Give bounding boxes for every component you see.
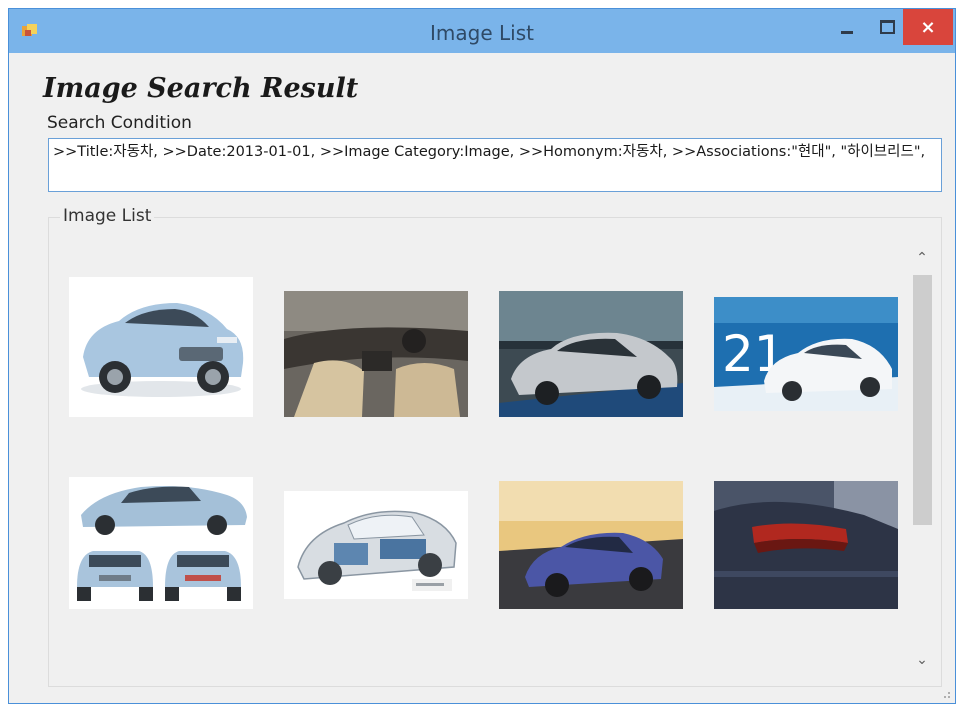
title-bar[interactable]: Image List × [9, 9, 955, 53]
maximize-button[interactable] [867, 9, 907, 45]
image-list-label: Image List [60, 206, 155, 226]
thumb-5[interactable] [69, 477, 253, 609]
search-condition-field[interactable]: >>Title:자동차, >>Date:2013-01-01, >>Image … [48, 138, 942, 192]
window-title: Image List [430, 21, 534, 45]
search-condition-label: Search Condition [47, 113, 192, 133]
thumb-2[interactable] [284, 291, 468, 417]
vertical-scrollbar[interactable]: ⌃ ⌄ [907, 245, 937, 673]
close-button[interactable]: × [903, 9, 953, 45]
thumb-8[interactable] [714, 481, 898, 609]
page-title: Image Search Result [43, 73, 359, 104]
image-grid: 21 [69, 277, 909, 617]
resize-grip-icon[interactable] [941, 689, 951, 699]
thumb-7[interactable] [499, 481, 683, 609]
thumb-1[interactable] [69, 277, 253, 417]
maximize-icon [879, 20, 895, 34]
thumb-4[interactable]: 21 [714, 297, 898, 411]
scroll-thumb[interactable] [913, 275, 932, 525]
minimize-icon [841, 30, 853, 34]
scroll-up-icon[interactable]: ⌃ [907, 245, 937, 271]
minimize-button[interactable] [827, 9, 867, 45]
thumb-6[interactable] [284, 491, 468, 599]
thumb-3[interactable] [499, 291, 683, 417]
close-icon: × [920, 16, 936, 38]
image-list-window: Image List × Image Search Result Search … [8, 8, 956, 704]
scroll-down-icon[interactable]: ⌄ [907, 647, 937, 673]
